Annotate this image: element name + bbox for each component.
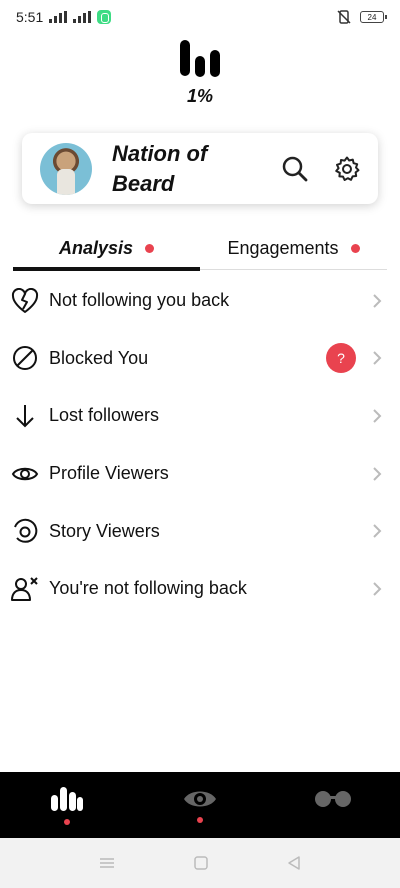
- avatar[interactable]: [40, 142, 92, 195]
- battery-icon: 24: [360, 11, 387, 23]
- gear-icon: [335, 156, 360, 181]
- vibrate-off-icon: [337, 10, 351, 24]
- profile-name: Nation of Beard: [112, 140, 208, 196]
- user-remove-icon: [10, 574, 40, 604]
- status-left: 5:51: [16, 9, 112, 25]
- broken-heart-icon: [10, 286, 40, 316]
- app-notification-icon: [97, 10, 112, 24]
- eye-icon: [10, 459, 40, 489]
- menu-label: Story Viewers: [49, 520, 160, 541]
- menu-item-blocked-you[interactable]: Blocked You ?: [0, 330, 400, 388]
- status-right: 24: [336, 9, 387, 25]
- chevron-right-icon: [370, 349, 384, 367]
- menu-right: [370, 522, 384, 540]
- notification-dot: [145, 244, 155, 253]
- menu-label: Blocked You: [49, 347, 149, 368]
- search-icon: [282, 156, 308, 181]
- nav-analytics[interactable]: [0, 772, 133, 838]
- bottom-nav: [0, 772, 400, 838]
- chevron-right-icon: [370, 407, 384, 425]
- menu-label: Lost followers: [49, 405, 160, 426]
- nav-viewers[interactable]: [133, 772, 266, 838]
- menu-right: ?: [326, 343, 384, 374]
- status-time: 5:51: [16, 9, 44, 25]
- tab-engagements[interactable]: Engagements: [200, 228, 387, 269]
- glasses-icon: [315, 791, 352, 807]
- notification-dot: [350, 244, 360, 253]
- arrow-down-icon: [10, 401, 40, 431]
- card-actions: [280, 154, 362, 184]
- tab-analysis[interactable]: Analysis: [13, 228, 200, 271]
- menu-icon[interactable]: [98, 856, 116, 870]
- menu-label: Not following you back: [49, 290, 230, 311]
- notification-dot: [196, 817, 203, 823]
- analytics-icon: [50, 787, 83, 811]
- menu-item-lost-followers[interactable]: Lost followers: [0, 387, 400, 445]
- chevron-right-icon: [370, 522, 384, 540]
- menu-label: Profile Viewers: [49, 463, 169, 484]
- menu-item-story-viewers[interactable]: Story Viewers: [0, 502, 400, 560]
- active-indicator-dot: [63, 819, 70, 825]
- system-nav-bar: [0, 838, 400, 888]
- menu-right: [370, 407, 384, 425]
- tab-engagements-label: Engagements: [227, 238, 339, 258]
- menu-item-not-following-back[interactable]: Not following you back: [0, 272, 400, 330]
- app-logo-icon: [180, 40, 220, 77]
- analysis-menu: Not following you back Blocked You ? Los…: [0, 272, 400, 618]
- back-icon[interactable]: [286, 855, 302, 871]
- menu-item-profile-viewers[interactable]: Profile Viewers: [0, 445, 400, 503]
- menu-right: [370, 465, 384, 483]
- home-icon[interactable]: [193, 855, 209, 871]
- chevron-right-icon: [370, 292, 384, 310]
- eye-nav-icon: [183, 791, 216, 807]
- tab-bar: Analysis Engagements: [13, 228, 387, 271]
- settings-button[interactable]: [332, 154, 362, 184]
- chevron-right-icon: [370, 580, 384, 598]
- nav-stalkers[interactable]: [267, 772, 400, 838]
- status-bar: 5:51 24: [0, 0, 400, 34]
- blocked-icon: [10, 343, 40, 373]
- search-button[interactable]: [280, 154, 310, 184]
- profile-card: Nation of Beard: [22, 133, 378, 204]
- progress-percentage: 1%: [186, 86, 213, 106]
- help-badge[interactable]: ?: [326, 343, 356, 374]
- menu-item-you-not-following-back[interactable]: You're not following back: [0, 560, 400, 618]
- signal-icon-2: [73, 11, 92, 23]
- signal-icon: [49, 11, 68, 23]
- battery-level: 24: [367, 12, 377, 22]
- menu-right: [370, 580, 384, 598]
- story-icon: [10, 516, 40, 546]
- menu-label: You're not following back: [49, 578, 247, 599]
- chevron-right-icon: [370, 465, 384, 483]
- tab-analysis-label: Analysis: [58, 238, 134, 258]
- menu-right: [370, 292, 384, 310]
